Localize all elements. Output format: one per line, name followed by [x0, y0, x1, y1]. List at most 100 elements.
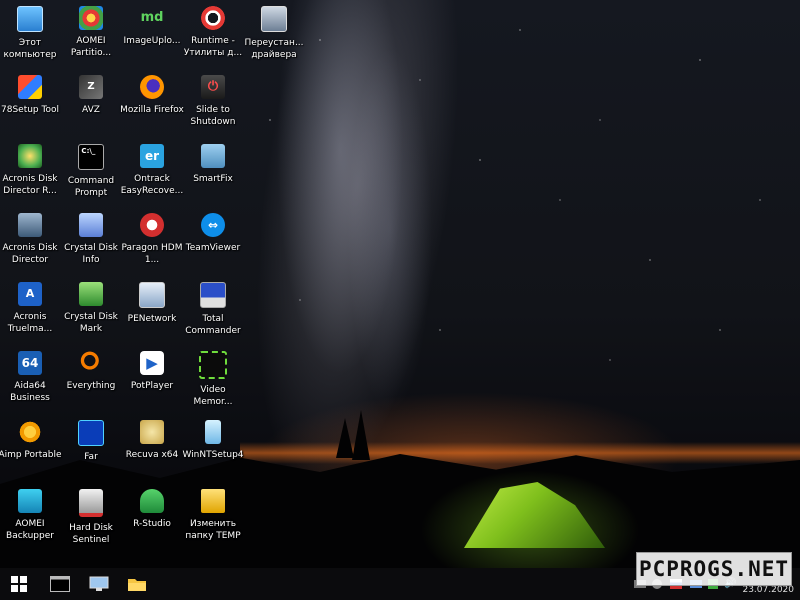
- penetwork-icon: [139, 282, 165, 308]
- desktop-icon-firefox[interactable]: Mozilla Firefox: [119, 73, 185, 139]
- desktop-icon-avz[interactable]: Z AVZ: [58, 73, 124, 139]
- icon-label: Acronis Disk Director R...: [2, 174, 58, 196]
- folder-icon: [128, 579, 146, 591]
- icon-label: Far: [84, 452, 98, 462]
- icon-label: Paragon HDM 1...: [121, 243, 183, 265]
- icon-label: Acronis Truelma...: [7, 312, 53, 334]
- aomei-backupper-icon: [18, 489, 42, 513]
- icon-label: Crystal Disk Mark: [64, 312, 118, 334]
- potplayer-icon: ▶: [140, 351, 164, 375]
- video-memory-icon: [199, 351, 227, 379]
- desktop-icon-imageuploader[interactable]: md ImageUplo...: [119, 4, 185, 70]
- hard-disk-sentinel-icon: [79, 489, 103, 517]
- desktop-icon-video-memory[interactable]: Video Memor...: [180, 349, 246, 415]
- desktop-icon-total-commander[interactable]: Total Commander: [180, 280, 246, 346]
- setup-tool-icon: [18, 75, 42, 99]
- desktop-icon-runtime[interactable]: Runtime - Утилиты д...: [180, 4, 246, 70]
- desktop-icon-change-temp[interactable]: Изменить папку TEMP: [180, 487, 246, 553]
- desktop-icon-crystal-disk-info[interactable]: Crystal Disk Info: [58, 211, 124, 277]
- firefox-icon: [140, 75, 164, 99]
- desktop-icon-r-studio[interactable]: R-Studio: [119, 487, 185, 553]
- r-studio-icon: [140, 489, 164, 513]
- change-temp-folder-icon: [201, 489, 225, 513]
- clock-date[interactable]: 23.07.2020: [742, 585, 794, 595]
- windows-logo-icon: [11, 576, 27, 592]
- everything-search-icon: [79, 351, 103, 375]
- icon-label: ImageUplo...: [123, 36, 181, 46]
- icon-label: PENetwork: [127, 314, 177, 324]
- taskbar-command-prompt[interactable]: [45, 572, 75, 596]
- winntsetup-icon: [205, 420, 221, 444]
- icon-label: Slide to Shutdown: [190, 105, 236, 127]
- icon-label: TeamViewer: [185, 243, 241, 253]
- command-prompt-icon: [50, 576, 70, 592]
- acronis-trueimage-icon: A: [18, 282, 42, 306]
- desktop-icon-ontrack[interactable]: er Ontrack EasyRecove...: [119, 142, 185, 208]
- aida64-icon: 64: [18, 351, 42, 375]
- icon-label: Переустан... драйвера: [244, 38, 304, 60]
- recuva-icon: [140, 420, 164, 444]
- crystal-disk-info-icon: [79, 213, 103, 237]
- start-button[interactable]: [4, 572, 34, 596]
- total-commander-icon: [200, 282, 226, 308]
- icon-label: Everything: [66, 381, 116, 391]
- sunset-glow: [240, 442, 800, 464]
- desktop-icon-smartfix[interactable]: SmartFix: [180, 142, 246, 208]
- desktop-icon-aomei-backupper[interactable]: AOMEI Backupper: [0, 487, 63, 553]
- desktop-icon-aimp[interactable]: Aimp Portable: [0, 418, 63, 484]
- desktop-icon-aida64[interactable]: 64 Aida64 Business: [0, 349, 63, 415]
- desktop-icon-teamviewer[interactable]: ⇔ TeamViewer: [180, 211, 246, 277]
- desktop-icon-slide-to-shutdown[interactable]: ⏻ Slide to Shutdown: [180, 73, 246, 139]
- desktop-icon-everything[interactable]: Everything: [58, 349, 124, 415]
- desktop-icon-acronis-trueimage[interactable]: A Acronis Truelma...: [0, 280, 63, 346]
- computer-icon: [17, 6, 43, 32]
- imageuploader-icon: md: [140, 10, 164, 25]
- icon-label: Aimp Portable: [0, 450, 62, 460]
- desktop-icon-hard-disk-sentinel[interactable]: Hard Disk Sentinel: [58, 487, 124, 553]
- paragon-icon: [140, 213, 164, 237]
- taskbar-explorer[interactable]: [122, 572, 152, 596]
- lifebuoy-icon: [201, 6, 225, 30]
- ontrack-icon: er: [140, 144, 164, 168]
- icon-label: Aida64 Business: [10, 381, 50, 403]
- icon-label: Recuva x64: [125, 450, 179, 460]
- watermark: PCPROGS.NET: [636, 552, 792, 586]
- icon-label: AOMEI Partitio...: [70, 36, 112, 58]
- icon-label: Command Prompt: [67, 176, 115, 198]
- desktop-wallpaper[interactable]: Этот компьютер 78Setup Tool Acronis Disk…: [0, 0, 800, 568]
- icon-label: R-Studio: [133, 519, 171, 529]
- teamviewer-icon: ⇔: [201, 213, 225, 237]
- taskbar-network[interactable]: [84, 572, 114, 596]
- icon-label: AVZ: [82, 105, 100, 115]
- aomei-partition-icon: [79, 6, 103, 30]
- icon-label: WinNTSetup4: [182, 450, 244, 460]
- acronis-disk-director-r-icon: [18, 144, 42, 168]
- icon-label: Crystal Disk Info: [64, 243, 118, 265]
- aimp-icon: [18, 420, 42, 444]
- desktop-icon-acronis-dd[interactable]: Acronis Disk Director: [0, 211, 63, 277]
- watermark-text: PCPROGS.NET: [638, 557, 790, 581]
- avz-icon: Z: [79, 75, 103, 99]
- desktop-icon-potplayer[interactable]: ▶ PotPlayer: [119, 349, 185, 415]
- desktop-icon-far[interactable]: Far: [58, 418, 124, 484]
- desktop-icon-recuva[interactable]: Recuva x64: [119, 418, 185, 484]
- desktop-icon-penetwork[interactable]: PENetwork: [119, 280, 185, 346]
- desktop-icon-paragon[interactable]: Paragon HDM 1...: [119, 211, 185, 277]
- desktop-icon-this-pc[interactable]: Этот компьютер: [0, 4, 63, 70]
- desktop-icon-acronis-dd-r[interactable]: Acronis Disk Director R...: [0, 142, 63, 208]
- icon-label: 78Setup Tool: [1, 105, 59, 115]
- icon-label: Mozilla Firefox: [120, 105, 184, 115]
- acronis-disk-director-icon: [18, 213, 42, 237]
- icon-label: Этот компьютер: [3, 38, 57, 60]
- far-manager-icon: [78, 420, 104, 446]
- desktop-icon-aomei-partition[interactable]: AOMEI Partitio...: [58, 4, 124, 70]
- icon-label: Hard Disk Sentinel: [69, 523, 113, 545]
- icon-label: PotPlayer: [130, 381, 174, 391]
- desktop-icon-driver-reinstall[interactable]: Переустан... драйвера: [241, 4, 307, 70]
- icon-label: Acronis Disk Director: [2, 243, 58, 265]
- desktop-icon-78setup[interactable]: 78Setup Tool: [0, 73, 63, 139]
- desktop-icon-crystal-disk-mark[interactable]: Crystal Disk Mark: [58, 280, 124, 346]
- desktop-icon-command-prompt[interactable]: C:\_ Command Prompt: [58, 142, 124, 208]
- desktop-icon-winntsetup[interactable]: WinNTSetup4: [180, 418, 246, 484]
- shutdown-icon: ⏻: [201, 75, 225, 99]
